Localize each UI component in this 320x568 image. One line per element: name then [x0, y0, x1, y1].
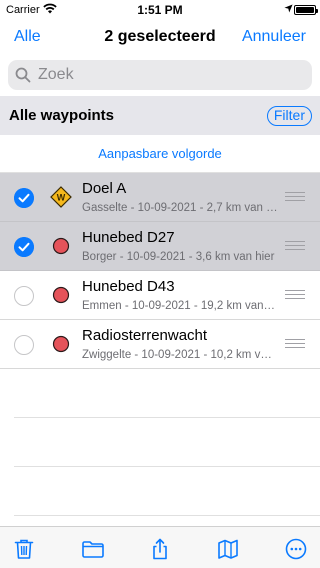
empty-row [14, 467, 320, 516]
navigation-bar: Alle 2 geselecteerd Annuleer [0, 20, 320, 54]
location-arrow-icon [284, 4, 293, 13]
reorder-handle-icon[interactable] [285, 192, 305, 202]
red-dot-icon [52, 237, 70, 255]
custom-order-link[interactable]: Aanpasbare volgorde [98, 146, 222, 161]
section-title: Alle waypoints [9, 107, 115, 124]
search-input[interactable] [38, 64, 298, 86]
bottom-toolbar [0, 526, 320, 568]
waypoint-subtitle: Emmen - 10-09-2021 - 19,2 km van hier [82, 300, 278, 312]
share-icon[interactable] [148, 537, 172, 561]
list-item-doel-a[interactable]: W Doel A Gasselte - 10-09-2021 - 2,7 km … [0, 173, 320, 222]
reorder-handle-icon[interactable] [285, 339, 305, 349]
svg-text:W: W [57, 193, 66, 203]
filter-button[interactable]: Filter [266, 106, 312, 126]
trash-icon[interactable] [12, 537, 36, 561]
waypoint-subtitle: Gasselte - 10-09-2021 - 2,7 km van hier [82, 202, 278, 214]
waypoint-subtitle: Zwiggelte - 10-09-2021 - 10,2 km van hie… [82, 349, 278, 361]
checkmark-circle-icon[interactable] [14, 188, 34, 208]
custom-order-row: Aanpasbare volgorde [0, 135, 320, 173]
waypoint-name: Hunebed D43 [82, 278, 175, 295]
reorder-handle-icon[interactable] [285, 241, 305, 251]
folder-icon[interactable] [81, 537, 105, 561]
empty-circle-icon[interactable] [14, 286, 34, 306]
list-item-hunebed-d27[interactable]: Hunebed D27 Borger - 10-09-2021 - 3,6 km… [0, 222, 320, 271]
status-time: 1:51 PM [137, 3, 183, 17]
map-icon[interactable] [216, 537, 240, 561]
waypoint-target-diamond-icon: W [50, 186, 72, 208]
cancel-button[interactable]: Annuleer [242, 28, 306, 46]
section-header: Alle waypoints Filter [0, 96, 320, 135]
search-icon [15, 67, 31, 83]
search-field[interactable] [8, 60, 312, 90]
checkmark-circle-icon[interactable] [14, 237, 34, 257]
empty-row [14, 418, 320, 467]
red-dot-icon [52, 335, 70, 353]
list-item-hunebed-d43[interactable]: Hunebed D43 Emmen - 10-09-2021 - 19,2 km… [0, 271, 320, 320]
waypoint-name: Doel A [82, 180, 127, 197]
red-dot-icon [52, 286, 70, 304]
list-item-radiosterrenwacht[interactable]: Radiosterrenwacht Zwiggelte - 10-09-2021… [0, 320, 320, 369]
more-icon[interactable] [284, 537, 308, 561]
search-bar [0, 54, 320, 96]
empty-row [14, 369, 320, 418]
empty-circle-icon[interactable] [14, 335, 34, 355]
battery-icon [294, 5, 318, 15]
waypoint-list: W Doel A Gasselte - 10-09-2021 - 2,7 km … [0, 173, 320, 565]
waypoint-subtitle: Borger - 10-09-2021 - 3,6 km van hier [82, 251, 275, 263]
waypoint-name: Hunebed D27 [82, 229, 175, 246]
status-bar: Carrier 1:51 PM [0, 0, 320, 20]
reorder-handle-icon[interactable] [285, 290, 305, 300]
waypoint-name: Radiosterrenwacht [82, 327, 208, 344]
